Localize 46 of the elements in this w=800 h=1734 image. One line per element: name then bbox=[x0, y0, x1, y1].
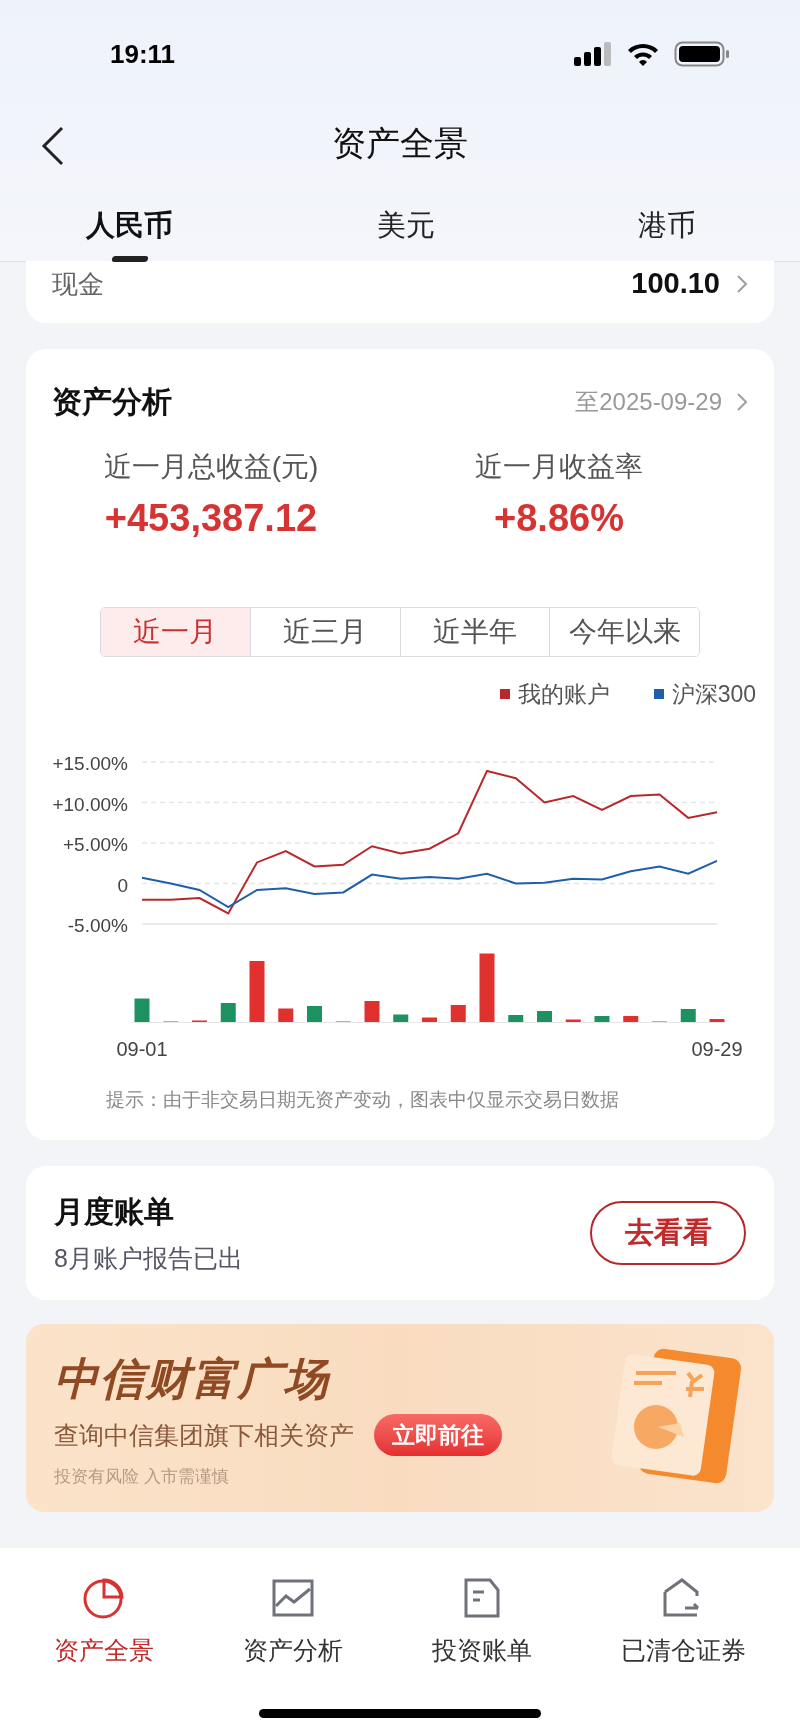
view-button[interactable]: 去看看 bbox=[590, 1201, 746, 1265]
y-tick-label: +5.00% bbox=[63, 833, 128, 855]
x-tick-label: 09-01 bbox=[116, 1037, 168, 1060]
y-tick-label: +10.00% bbox=[52, 793, 128, 814]
back-button[interactable] bbox=[40, 126, 66, 166]
wifi-icon bbox=[626, 41, 660, 67]
status-time: 19:11 bbox=[110, 37, 176, 71]
risk-disclaimer: 投资有风险 入市需谨慎 bbox=[54, 1466, 230, 1489]
section-title: 资产分析 bbox=[52, 384, 172, 420]
currency-tab[interactable]: 港币 bbox=[638, 203, 696, 261]
banner-subtitle: 查询中信集团旗下相关资产 bbox=[54, 1419, 354, 1451]
period-tab[interactable]: 近一月 bbox=[101, 608, 250, 656]
legend-marker bbox=[653, 689, 664, 700]
x-tick-label: 09-29 bbox=[691, 1037, 743, 1060]
stat-label: 近一月总收益(元) bbox=[103, 450, 319, 484]
signal-icon bbox=[574, 41, 612, 67]
legend-label: 我的账户 bbox=[517, 680, 610, 709]
promo-banner[interactable]: 中信财富广场 查询中信集团旗下相关资产 立即前往 投资有风险 入市需谨慎 bbox=[26, 1324, 774, 1512]
nav-tab[interactable]: 资产全景 bbox=[54, 1576, 155, 1670]
date-label: 至2025-09-29 bbox=[575, 386, 722, 417]
back-icon bbox=[40, 126, 66, 166]
chevron-right-icon bbox=[736, 391, 748, 412]
cash-value: 100.10 bbox=[631, 266, 720, 302]
currency-tab[interactable]: 美元 bbox=[376, 203, 435, 261]
page-title: 资产全景 bbox=[332, 122, 468, 164]
nav-tab[interactable]: 投资账单 bbox=[431, 1576, 532, 1670]
go-button[interactable]: 立即前往 bbox=[374, 1414, 502, 1457]
period-tab[interactable]: 今年以来 bbox=[549, 608, 699, 656]
bill-title: 月度账单 bbox=[54, 1193, 175, 1230]
chevron-right-icon bbox=[736, 274, 748, 294]
nav-tab[interactable]: 资产分析 bbox=[243, 1576, 344, 1670]
stat-value: +453,387.12 bbox=[104, 496, 318, 541]
banner-title: 中信财富广场 bbox=[54, 1353, 332, 1406]
legend-marker bbox=[499, 689, 510, 700]
battery-icon bbox=[674, 41, 730, 67]
y-tick-label: +15.00% bbox=[52, 752, 128, 774]
stat-value: +8.86% bbox=[494, 496, 624, 541]
nav-tab[interactable]: 已清仓证券 bbox=[620, 1576, 746, 1670]
chart-note: 提示：由于非交易日期无资产变动，图表中仅显示交易日数据 bbox=[106, 1088, 619, 1110]
pie-chart-icon bbox=[82, 1576, 127, 1620]
y-tick-label: -5.00% bbox=[67, 914, 128, 936]
bill-subtitle: 8月账户报告已出 bbox=[54, 1242, 243, 1274]
cash-label: 现金 bbox=[52, 267, 104, 301]
y-tick-label: 0 bbox=[117, 874, 128, 895]
stat-label: 近一月收益率 bbox=[475, 450, 643, 484]
legend-label: 沪深300 bbox=[671, 680, 756, 709]
